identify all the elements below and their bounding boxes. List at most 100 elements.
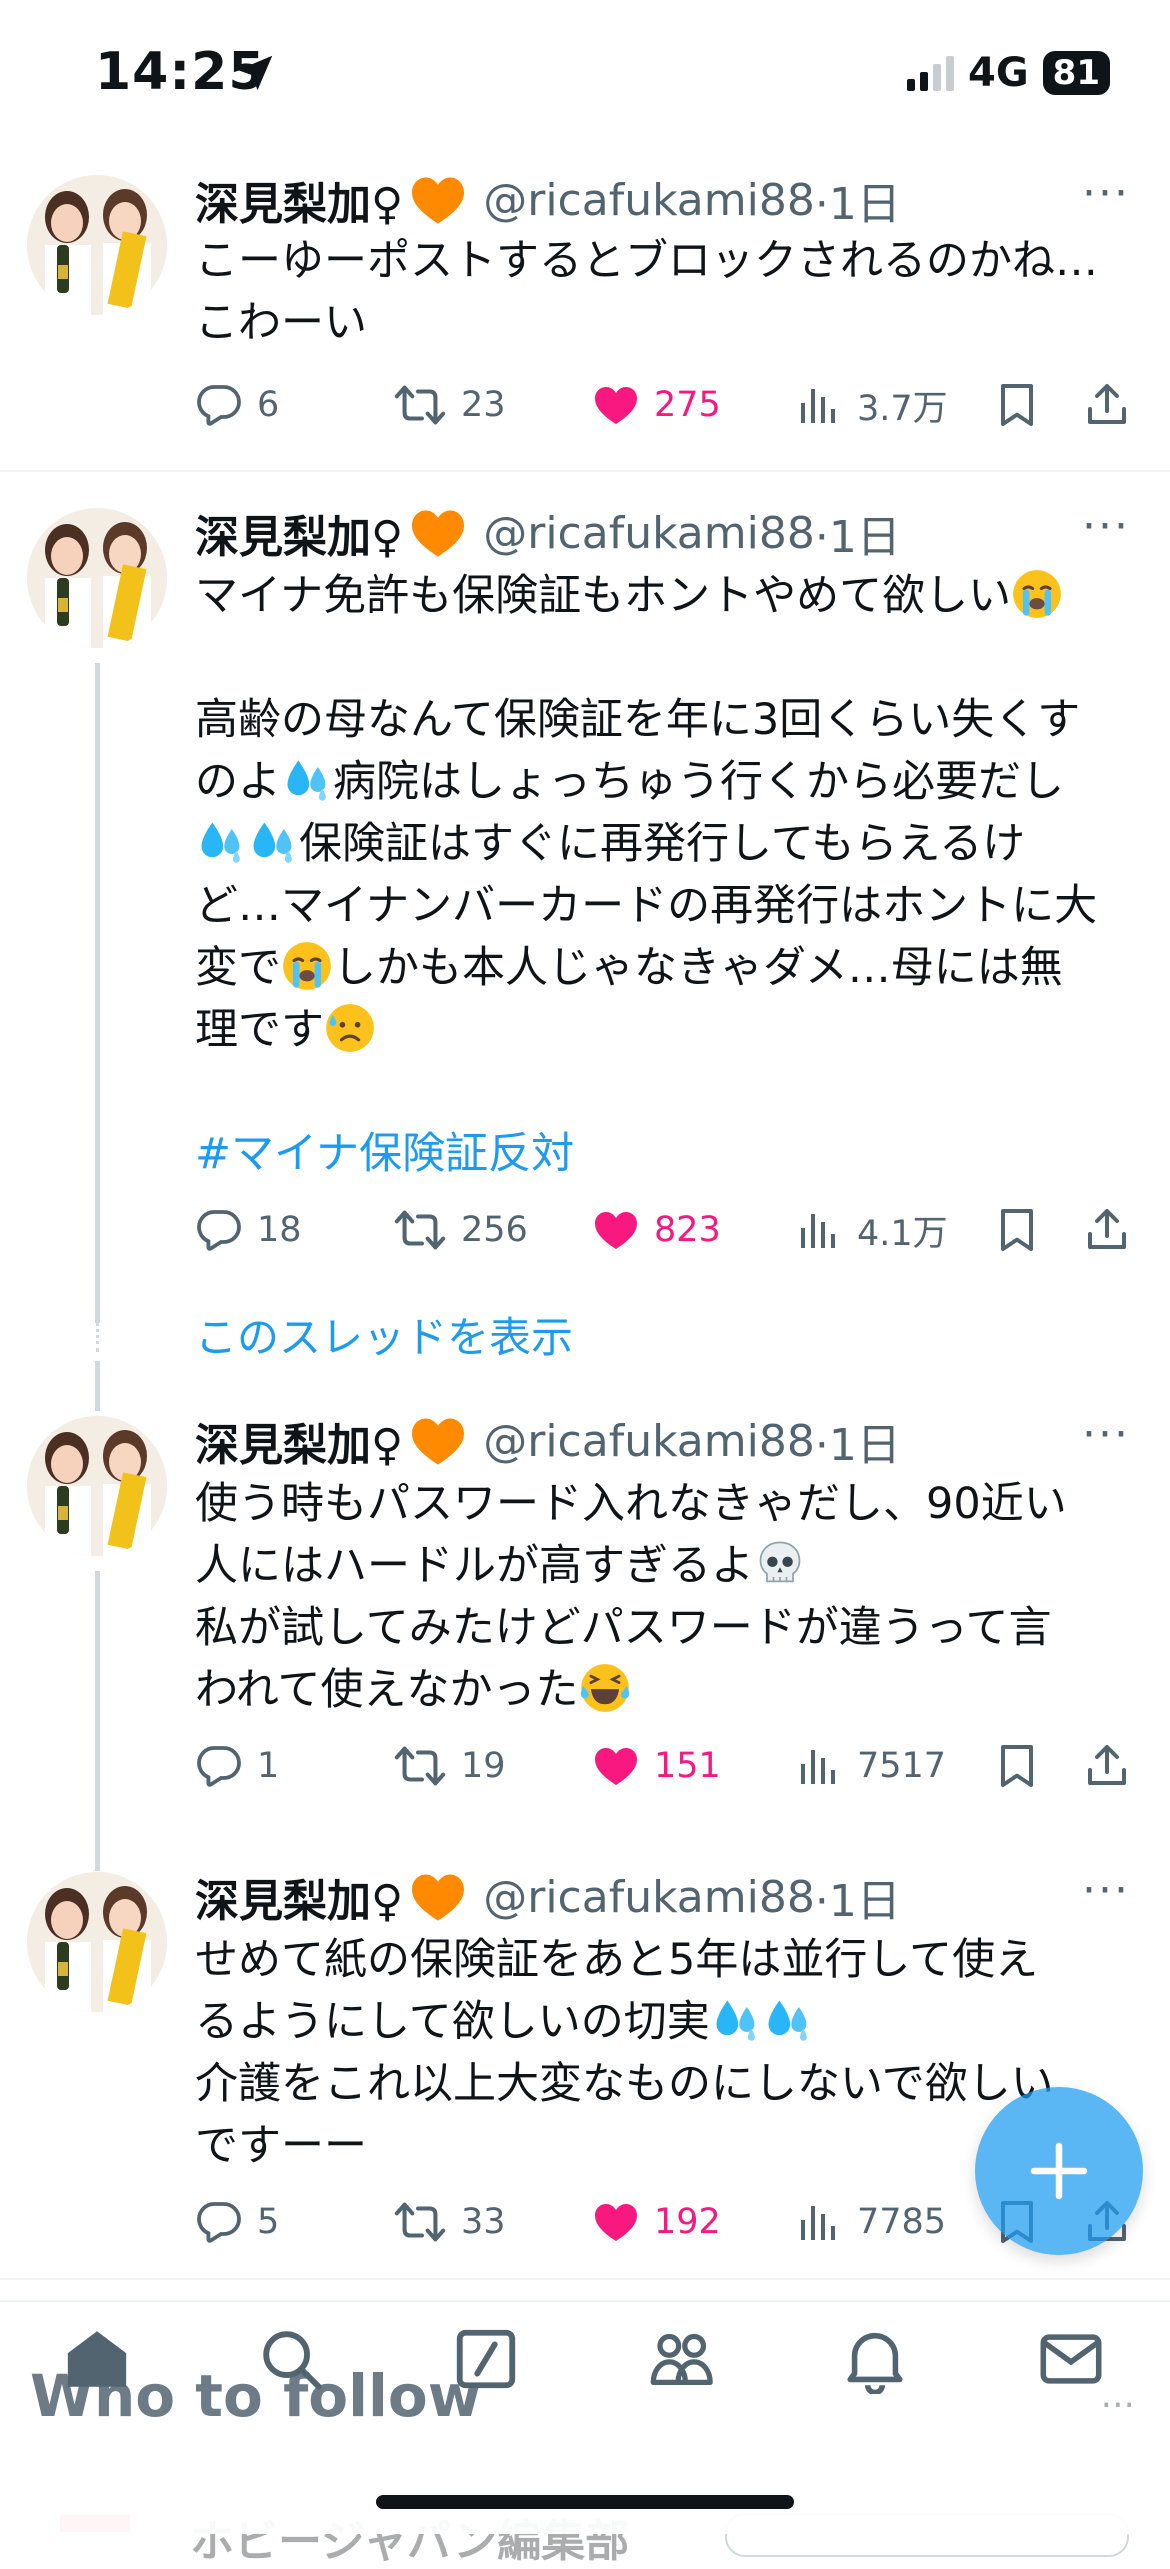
like-button[interactable]: 823 — [592, 1200, 721, 1260]
share-icon — [1083, 1742, 1131, 1790]
author-handle[interactable]: @ricafukami88 — [483, 175, 815, 226]
tweet-line: 私が試してみたけどパスワードが違うって言 — [195, 1603, 1052, 1653]
bookmark-icon — [993, 1206, 1041, 1254]
tweet-line: 病院はしょっちゅう行くから必要だし — [333, 757, 1064, 807]
location-arrow-icon — [237, 55, 273, 91]
tears-of-joy-emoji — [579, 1662, 631, 1714]
tweet-line: 人にはハードルが高すぎるよ — [195, 1541, 754, 1591]
compose-button[interactable] — [975, 2087, 1143, 2255]
share-button[interactable] — [1083, 1200, 1145, 1260]
orange-heart-icon — [409, 174, 467, 226]
reply-icon — [195, 1206, 243, 1254]
like-button[interactable]: 192 — [592, 2192, 721, 2252]
retweet-button[interactable]: 256 — [393, 1200, 528, 1260]
author-name[interactable]: 深見梨加♀ — [195, 168, 403, 232]
views-button[interactable]: 7517 — [795, 1736, 946, 1796]
avatar[interactable] — [27, 175, 167, 315]
tweet-header: 深見梨加♀ @ricafukami88 ·1日 — [195, 1865, 1130, 1929]
retweet-button[interactable]: 19 — [393, 1736, 506, 1796]
author-name[interactable]: 深見梨加♀ — [195, 501, 403, 565]
reply-button[interactable]: 6 — [195, 375, 279, 435]
tweet-line: せめて紙の保険証をあと5年は並行して使え — [195, 1935, 1039, 1985]
reply-icon — [195, 381, 243, 429]
like-count: 192 — [654, 2202, 721, 2242]
battery-indicator: 81 — [1042, 51, 1110, 95]
orange-heart-icon — [409, 1415, 467, 1467]
retweet-button[interactable]: 23 — [393, 375, 506, 435]
views-button[interactable]: 4.1万 — [795, 1200, 948, 1260]
sweat-droplets-emoji — [762, 1994, 814, 2046]
tweet-line: るようにして欲しいの切実 — [195, 1997, 710, 2047]
bookmark-button[interactable] — [993, 1200, 1055, 1260]
author-name[interactable]: 深見梨加♀ — [195, 1865, 403, 1929]
view-count: 3.7万 — [857, 388, 948, 429]
tweet-header: 深見梨加♀ @ricafukami88 ·1日 — [195, 168, 1130, 232]
communities-icon[interactable] — [646, 2324, 716, 2394]
views-button[interactable]: 7785 — [795, 2192, 946, 2252]
home-indicator — [376, 2495, 794, 2509]
tweet-actions: 6 23 275 3.7万 — [195, 375, 1140, 435]
avatar[interactable] — [27, 508, 167, 648]
more-options-icon[interactable]: ··· — [1082, 1867, 1130, 1915]
bookmark-icon — [993, 1742, 1041, 1790]
retweet-count: 19 — [461, 1746, 506, 1786]
tweet-time[interactable]: ·1日 — [815, 1865, 901, 1929]
tweet-line: 高齢の母なんて保険証を年に3回くらい失くす — [195, 695, 1081, 745]
more-options-icon[interactable]: ··· — [1082, 503, 1130, 551]
reply-button[interactable]: 18 — [195, 1200, 302, 1260]
share-button[interactable] — [1083, 1736, 1145, 1796]
reply-count: 1 — [257, 1746, 280, 1786]
author-handle[interactable]: @ricafukami88 — [483, 508, 815, 559]
more-options-icon[interactable]: ··· — [1101, 2385, 1135, 2426]
thread-line — [95, 1361, 100, 1411]
retweet-icon — [393, 1206, 447, 1254]
avatar[interactable] — [27, 1872, 167, 2012]
sad-relieved-face-emoji — [324, 1002, 376, 1054]
views-icon — [795, 381, 843, 429]
views-icon — [795, 2198, 843, 2246]
messages-icon[interactable] — [1036, 2324, 1106, 2394]
reply-button[interactable]: 5 — [195, 2192, 279, 2252]
loudly-crying-face-emoji — [281, 940, 333, 992]
divider — [0, 2278, 1170, 2280]
tweet-time[interactable]: ·1日 — [815, 168, 901, 232]
tweet-text: こーゆーポストするとブロックされるのかね… こわーい — [195, 230, 1130, 354]
bookmark-button[interactable] — [993, 375, 1055, 435]
notifications-icon[interactable] — [840, 2324, 910, 2394]
like-button[interactable]: 275 — [592, 375, 721, 435]
reply-button[interactable]: 1 — [195, 1736, 279, 1796]
avatar[interactable] — [27, 1416, 167, 1556]
tweet-line: こわーい — [195, 298, 367, 348]
tweet-time[interactable]: ·1日 — [815, 501, 901, 565]
tweet-line: しかも本人じゃなきゃダメ…母には無 — [333, 943, 1063, 993]
share-icon — [1083, 1206, 1131, 1254]
hashtag-link[interactable]: #マイナ保険証反対 — [195, 1123, 1130, 1185]
like-button[interactable]: 151 — [592, 1736, 721, 1796]
retweet-count: 256 — [461, 1210, 528, 1250]
more-options-icon[interactable]: ··· — [1082, 170, 1130, 218]
tweet-time[interactable]: ·1日 — [815, 1409, 901, 1473]
skull-emoji — [754, 1538, 806, 1590]
like-count: 275 — [654, 385, 721, 425]
author-handle[interactable]: @ricafukami88 — [483, 1872, 815, 1923]
heart-icon — [592, 2198, 640, 2246]
author-name[interactable]: 深見梨加♀ — [195, 1409, 403, 1473]
thread-line — [95, 663, 100, 1323]
bookmark-button[interactable] — [993, 1736, 1055, 1796]
heart-icon — [592, 1206, 640, 1254]
tweet-actions: 18 256 823 4.1万 — [195, 1200, 1140, 1260]
network-type: 4G — [968, 50, 1029, 96]
retweet-icon — [393, 2198, 447, 2246]
reply-icon — [195, 1742, 243, 1790]
reply-count: 5 — [257, 2202, 280, 2242]
views-button[interactable]: 3.7万 — [795, 375, 948, 435]
retweet-button[interactable]: 33 — [393, 2192, 506, 2252]
tweet-text: 使う時もパスワード入れなきゃだし、90近い 人にはハードルが高すぎるよ 私が試し… — [195, 1473, 1130, 1721]
compose-plus-icon — [1030, 2142, 1088, 2200]
more-options-icon[interactable]: ··· — [1082, 1411, 1130, 1459]
share-button[interactable] — [1083, 375, 1145, 435]
show-thread-link[interactable]: このスレッドを表示 — [195, 1304, 573, 1365]
tweet-header: 深見梨加♀ @ricafukami88 ·1日 — [195, 1409, 1130, 1473]
author-handle[interactable]: @ricafukami88 — [483, 1416, 815, 1467]
thread-line — [95, 1571, 100, 1871]
